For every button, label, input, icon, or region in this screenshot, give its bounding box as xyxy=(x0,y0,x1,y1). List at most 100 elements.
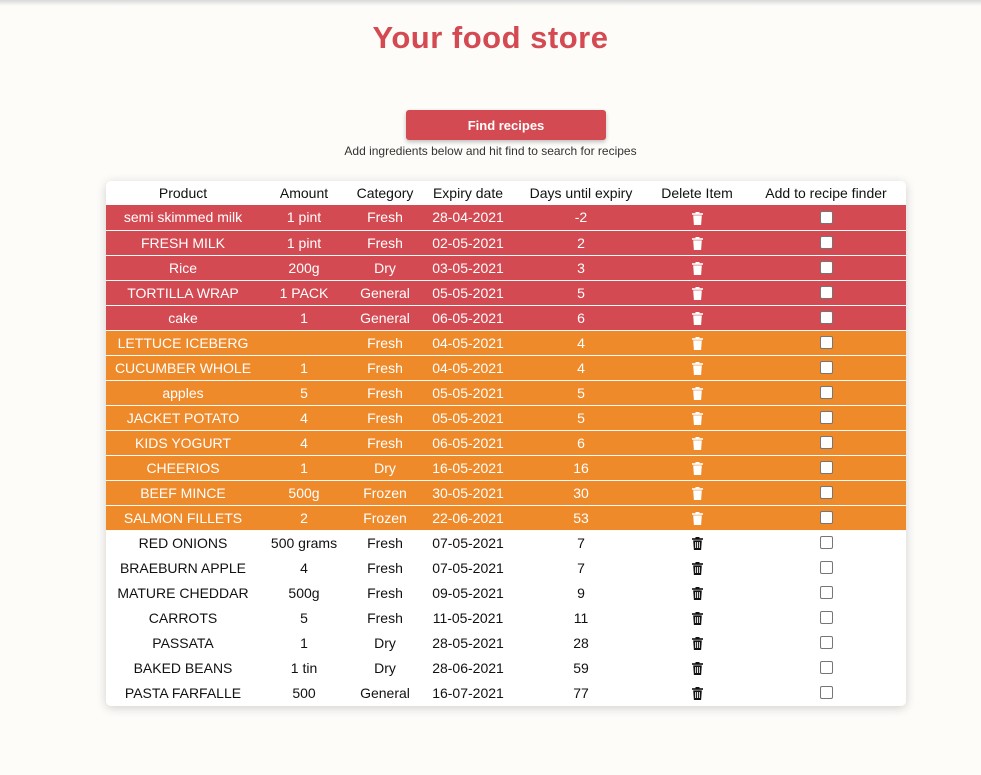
table-row: FRESH MILK 1 pint Fresh 02-05-2021 2 xyxy=(106,230,906,256)
cell-days-until-expiry: 11 xyxy=(514,605,648,631)
cell-add-to-recipe xyxy=(746,205,906,231)
cell-amount: 500 xyxy=(260,680,348,706)
table-row: cake 1 General 06-05-2021 6 xyxy=(106,305,906,331)
cell-delete xyxy=(648,480,746,506)
table-row: PASTA FARFALLE 500 General 16-07-2021 77 xyxy=(106,680,906,706)
add-to-recipe-checkbox[interactable] xyxy=(819,635,833,649)
header-expiry-date: Expiry date xyxy=(432,185,504,201)
add-to-recipe-checkbox[interactable] xyxy=(819,610,833,624)
cell-category: Fresh xyxy=(348,405,422,431)
cell-amount: 1 PACK xyxy=(260,280,348,306)
cell-category: General xyxy=(348,305,422,331)
add-to-recipe-checkbox[interactable] xyxy=(819,360,833,374)
add-to-recipe-checkbox[interactable] xyxy=(819,385,833,399)
table-row: RED ONIONS 500 grams Fresh 07-05-2021 7 xyxy=(106,530,906,556)
table-row: MATURE CHEDDAR 500g Fresh 09-05-2021 9 xyxy=(106,580,906,606)
cell-product: BAKED BEANS xyxy=(106,655,260,681)
find-recipes-hint: Add ingredients below and hit find to se… xyxy=(344,144,637,158)
trash-icon[interactable] xyxy=(691,410,703,426)
cell-amount: 4 xyxy=(260,405,348,431)
cell-category: Dry xyxy=(348,655,422,681)
add-to-recipe-checkbox[interactable] xyxy=(819,310,833,324)
cell-add-to-recipe xyxy=(746,605,906,631)
add-to-recipe-checkbox[interactable] xyxy=(819,585,833,599)
trash-icon[interactable] xyxy=(691,310,703,326)
table-row: BAKED BEANS 1 tin Dry 28-06-2021 59 xyxy=(106,655,906,681)
cell-delete xyxy=(648,230,746,256)
add-to-recipe-checkbox[interactable] xyxy=(819,235,833,249)
add-to-recipe-checkbox[interactable] xyxy=(819,535,833,549)
cell-amount: 1 xyxy=(260,305,348,331)
trash-icon[interactable] xyxy=(691,585,703,601)
cell-expiry-date: 04-05-2021 xyxy=(422,355,514,381)
add-to-recipe-checkbox[interactable] xyxy=(819,410,833,424)
cell-expiry-date: 11-05-2021 xyxy=(422,605,514,631)
cell-expiry-date: 16-05-2021 xyxy=(422,455,514,481)
add-to-recipe-checkbox[interactable] xyxy=(819,660,833,674)
cell-days-until-expiry: 28 xyxy=(514,630,648,656)
table-row: CHEERIOS 1 Dry 16-05-2021 16 xyxy=(106,455,906,481)
trash-icon[interactable] xyxy=(691,209,703,226)
cell-add-to-recipe xyxy=(746,455,906,481)
trash-icon[interactable] xyxy=(691,660,703,676)
add-to-recipe-checkbox[interactable] xyxy=(819,560,833,574)
add-to-recipe-checkbox[interactable] xyxy=(819,485,833,499)
trash-icon[interactable] xyxy=(691,335,703,351)
add-to-recipe-checkbox[interactable] xyxy=(819,210,833,224)
cell-add-to-recipe xyxy=(746,405,906,431)
trash-icon[interactable] xyxy=(691,285,703,301)
cell-category: Fresh xyxy=(348,430,422,456)
add-to-recipe-checkbox[interactable] xyxy=(819,460,833,474)
trash-icon[interactable] xyxy=(691,360,703,376)
top-shadow xyxy=(0,0,981,6)
trash-icon[interactable] xyxy=(691,385,703,401)
add-to-recipe-checkbox[interactable] xyxy=(819,435,833,449)
cell-category: Fresh xyxy=(348,605,422,631)
cell-days-until-expiry: 7 xyxy=(514,555,648,581)
cell-add-to-recipe xyxy=(746,580,906,606)
cell-days-until-expiry: 5 xyxy=(514,280,648,306)
trash-icon[interactable] xyxy=(691,685,703,701)
cell-add-to-recipe xyxy=(746,655,906,681)
trash-icon[interactable] xyxy=(691,560,703,576)
cell-product: semi skimmed milk xyxy=(106,205,260,231)
add-to-recipe-checkbox[interactable] xyxy=(819,510,833,524)
trash-icon[interactable] xyxy=(691,260,703,276)
cell-delete xyxy=(648,355,746,381)
cell-product: FRESH MILK xyxy=(106,230,260,256)
table-header-row: Product Amount Category Expiry date Days… xyxy=(106,181,906,205)
cell-product: LETTUCE ICEBERG xyxy=(106,330,260,356)
page-title: Your food store xyxy=(372,20,609,55)
cell-category: Dry xyxy=(348,255,422,281)
cell-category: Fresh xyxy=(348,205,422,231)
trash-icon[interactable] xyxy=(691,635,703,651)
cell-expiry-date: 30-05-2021 xyxy=(422,480,514,506)
trash-icon[interactable] xyxy=(691,535,703,551)
cell-product: KIDS YOGURT xyxy=(106,430,260,456)
trash-icon[interactable] xyxy=(691,610,703,626)
trash-icon[interactable] xyxy=(691,235,703,251)
cell-add-to-recipe xyxy=(746,255,906,281)
cell-add-to-recipe xyxy=(746,330,906,356)
cell-delete xyxy=(648,280,746,306)
trash-icon[interactable] xyxy=(691,460,703,476)
add-to-recipe-checkbox[interactable] xyxy=(819,285,833,299)
add-to-recipe-checkbox[interactable] xyxy=(819,260,833,274)
trash-icon[interactable] xyxy=(691,485,703,501)
add-to-recipe-checkbox[interactable] xyxy=(819,335,833,349)
add-to-recipe-checkbox[interactable] xyxy=(819,685,833,699)
trash-icon[interactable] xyxy=(691,435,703,451)
table-row: KIDS YOGURT 4 Fresh 06-05-2021 6 xyxy=(106,430,906,456)
cell-expiry-date: 28-04-2021 xyxy=(422,205,514,231)
cell-delete xyxy=(648,255,746,281)
cell-category: Fresh xyxy=(348,380,422,406)
find-recipes-button[interactable]: Find recipes xyxy=(406,110,606,140)
cell-delete xyxy=(648,630,746,656)
cell-product: PASSATA xyxy=(106,630,260,656)
cell-days-until-expiry: -2 xyxy=(514,205,648,231)
cell-days-until-expiry: 5 xyxy=(514,405,648,431)
cell-category: Fresh xyxy=(348,530,422,556)
cell-expiry-date: 09-05-2021 xyxy=(422,580,514,606)
cell-amount: 500 grams xyxy=(260,530,348,556)
trash-icon[interactable] xyxy=(691,510,703,526)
